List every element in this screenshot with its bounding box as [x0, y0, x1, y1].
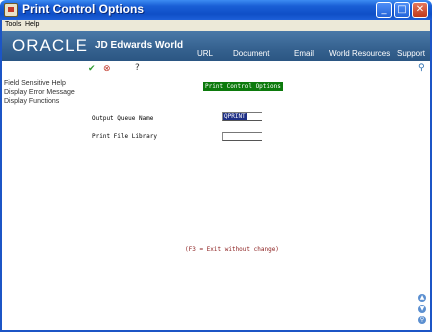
nav-url[interactable]: URL: [197, 49, 213, 58]
search-icon[interactable]: ⚲: [418, 63, 425, 73]
window-title-bar: Print Control Options _ □ ✕: [0, 0, 432, 20]
output-queue-value: QPRINT: [223, 113, 247, 120]
screen-title: Print Control Options: [203, 82, 283, 91]
nav-document[interactable]: Document: [233, 49, 269, 58]
product-name: JD Edwards World: [95, 40, 184, 51]
scroll-down-icon[interactable]: ▼: [418, 305, 426, 313]
display-functions-link[interactable]: Display Functions: [4, 98, 59, 105]
oracle-banner: ORACLE JD Edwards World URL Document Ema…: [0, 31, 432, 61]
display-error-message-link[interactable]: Display Error Message: [4, 89, 75, 96]
field-sensitive-help-link[interactable]: Field Sensitive Help: [4, 80, 66, 87]
app-icon: [4, 3, 18, 17]
minimize-button[interactable]: _: [376, 2, 392, 18]
menu-bar: Tools Help: [0, 20, 432, 31]
output-queue-label: Output Queue Name: [92, 115, 154, 122]
print-file-library-input[interactable]: [222, 132, 262, 141]
cancel-icon[interactable]: ⊗: [103, 64, 111, 74]
menu-tools[interactable]: Tools: [5, 21, 21, 28]
function-panel: Field Sensitive Help Display Error Messa…: [0, 61, 80, 332]
close-button[interactable]: ✕: [412, 2, 428, 18]
scroll-up-icon[interactable]: ▲: [418, 294, 426, 302]
window-title: Print Control Options: [22, 2, 144, 16]
check-icon[interactable]: ✔: [88, 64, 96, 74]
menu-help[interactable]: Help: [25, 21, 39, 28]
zoom-icon[interactable]: ⚲: [418, 316, 426, 324]
print-file-library-label: Print File Library: [92, 133, 158, 140]
exit-message: (F3 = Exit without change): [185, 246, 279, 253]
maximize-button[interactable]: □: [394, 2, 410, 18]
output-queue-input[interactable]: QPRINT: [222, 112, 262, 121]
help-question-icon[interactable]: ?: [135, 63, 140, 73]
nav-support[interactable]: Support: [397, 49, 425, 58]
nav-email[interactable]: Email: [294, 49, 314, 58]
nav-world-resources[interactable]: World Resources: [329, 49, 390, 58]
oracle-logo: ORACLE: [12, 36, 88, 55]
window-frame-left: [0, 20, 2, 332]
